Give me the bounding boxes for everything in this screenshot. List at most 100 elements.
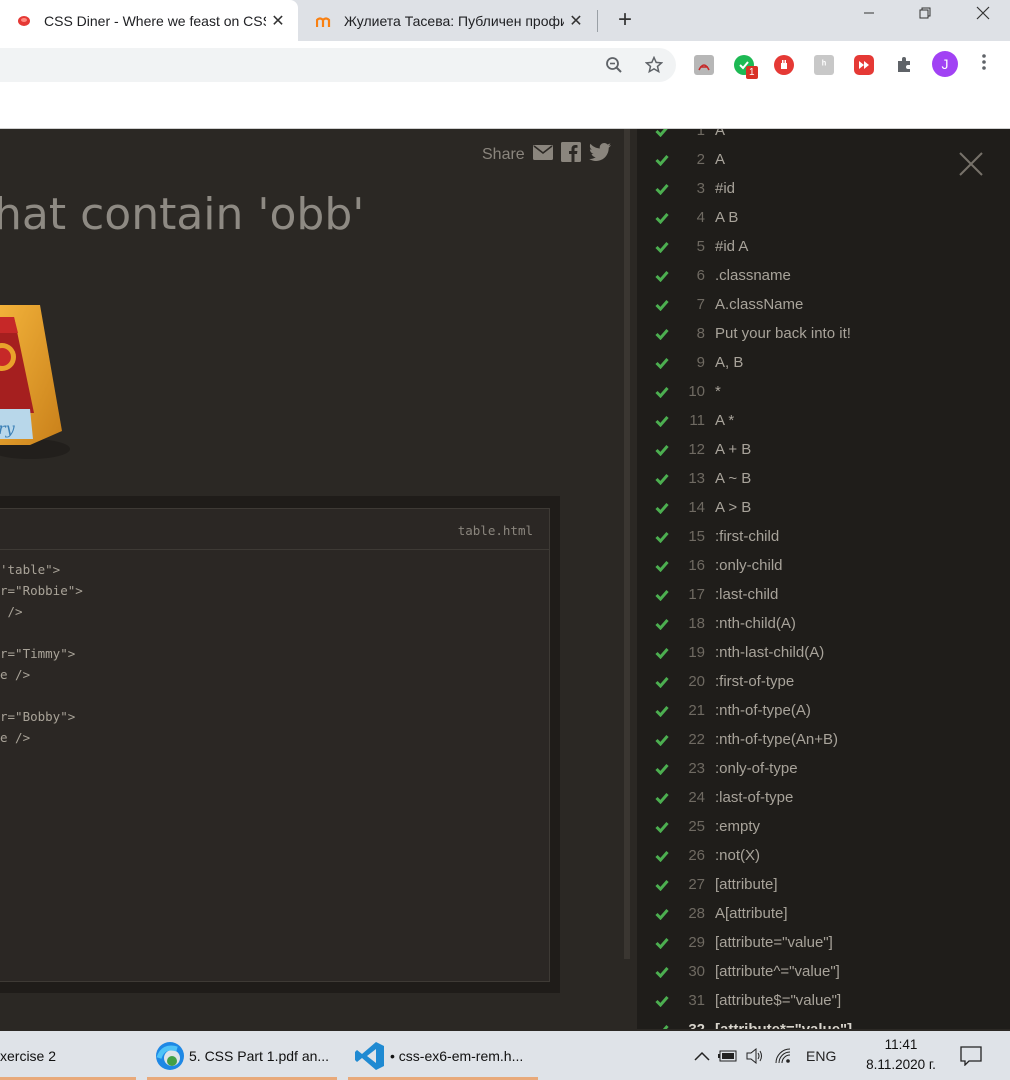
level-item[interactable]: 7 A.className — [637, 290, 1010, 319]
grey-extension-icon[interactable]: ʰ — [814, 55, 834, 75]
level-item[interactable]: 30 [attribute^="value"] — [637, 957, 1010, 986]
level-name: :last-of-type — [715, 789, 794, 806]
twitter-share-icon[interactable] — [588, 143, 611, 166]
level-name: :nth-child(A) — [715, 615, 796, 632]
level-name: A — [715, 129, 726, 139]
volume-icon[interactable] — [746, 1047, 764, 1064]
level-item[interactable]: 22:nth-of-type(An+B) — [637, 725, 1010, 754]
restore-icon — [919, 7, 931, 19]
level-name: :only-child — [715, 557, 783, 574]
level-item[interactable]: 31 [attribute$="value"] — [637, 986, 1010, 1015]
notifications-button[interactable] — [960, 1031, 982, 1080]
level-name: [attribute] — [715, 876, 778, 893]
level-item[interactable]: 14 A > B — [637, 493, 1010, 522]
level-item[interactable]: 28 A[attribute] — [637, 899, 1010, 928]
restore-button[interactable] — [902, 6, 948, 24]
chevron-up-icon[interactable] — [694, 1050, 710, 1062]
level-item[interactable]: 21:nth-of-type(A) — [637, 696, 1010, 725]
level-item[interactable]: 5 #id A — [637, 232, 1010, 261]
level-name: Put your back into it! — [715, 325, 851, 342]
level-item[interactable]: 23:only-of-type — [637, 754, 1010, 783]
level-item[interactable]: 32 [attribute*="value"] — [637, 1015, 1010, 1029]
level-number: 32 — [681, 1021, 705, 1029]
minimize-button[interactable] — [846, 6, 892, 24]
level-menu-close-button[interactable] — [958, 151, 984, 177]
taskbar-item-pdf[interactable]: 5. CSS Part 1.pdf an... — [147, 1031, 337, 1080]
level-item[interactable]: 6 .classname — [637, 261, 1010, 290]
level-item[interactable]: 20:first-of-type — [637, 667, 1010, 696]
input-language[interactable]: ENG — [806, 1048, 836, 1064]
extension-badge: 1 — [746, 66, 758, 79]
checkmark-icon — [655, 734, 671, 746]
page-scrollbar-thumb[interactable] — [624, 129, 630, 959]
level-item[interactable]: 11 A * — [637, 406, 1010, 435]
zoom-out-icon[interactable] — [604, 55, 624, 75]
tab-css-diner[interactable]: CSS Diner - Where we feast on CSS Select… — [0, 0, 298, 41]
battery-icon[interactable] — [718, 1050, 738, 1062]
video-extension-icon[interactable] — [854, 55, 874, 75]
level-item[interactable]: 25:empty — [637, 812, 1010, 841]
level-item[interactable]: 26:not(X) — [637, 841, 1010, 870]
adblock-extension-icon[interactable] — [774, 55, 794, 75]
level-item[interactable]: 29 [attribute="value"] — [637, 928, 1010, 957]
level-name: A.className — [715, 296, 804, 313]
level-item[interactable]: 16 :only-child — [637, 551, 1010, 580]
checkmark-icon — [655, 241, 671, 253]
checkmark-icon — [655, 821, 671, 833]
level-item[interactable]: 4 A B — [637, 203, 1010, 232]
level-number: 29 — [688, 934, 705, 951]
level-item[interactable]: 13 A ~ B — [637, 464, 1010, 493]
bookmark-star-icon[interactable] — [644, 55, 664, 75]
taskbar-item-vscode[interactable]: • css-ex6-em-rem.h... — [348, 1031, 538, 1080]
level-instruction-heading: hat contain 'obb' — [0, 189, 365, 240]
checkmark-icon — [655, 502, 671, 514]
wifi-icon[interactable] — [774, 1048, 792, 1064]
checkmark-icon — [655, 328, 671, 340]
level-item[interactable]: 9 A, B — [637, 348, 1010, 377]
code-line: 'table"> — [0, 562, 61, 577]
level-name: A, B — [715, 354, 744, 371]
pdf-extension-icon[interactable] — [694, 55, 714, 75]
html-viewer: table.html 'table"> r="Robbie"> /> r="Timm… — [0, 508, 550, 982]
level-number: 9 — [696, 354, 705, 371]
level-item[interactable]: 2A — [637, 145, 1010, 174]
level-item[interactable]: 1A — [637, 129, 1010, 145]
facebook-share-icon[interactable] — [560, 142, 581, 167]
tab-close-icon[interactable]: ✕ — [564, 11, 588, 31]
checkmark-icon — [655, 763, 671, 775]
tab-close-icon[interactable]: ✕ — [266, 11, 290, 31]
extensions-puzzle-icon[interactable] — [894, 55, 914, 75]
email-share-icon[interactable] — [532, 144, 553, 165]
level-name: [attribute$="value"] — [715, 992, 842, 1009]
html-viewer-panel: table.html 'table"> r="Robbie"> /> r="Timm… — [0, 496, 560, 993]
browser-toolbar: ʰ — [0, 41, 1010, 89]
level-item[interactable]: 17:last-child — [637, 580, 1010, 609]
level-item[interactable]: 19:nth-last-child(A) — [637, 638, 1010, 667]
profile-avatar[interactable]: J — [932, 51, 958, 77]
taskbar-item-label: 5. CSS Part 1.pdf an... — [189, 1047, 330, 1064]
level-name: A — [715, 151, 726, 168]
level-name: A B — [715, 209, 739, 226]
level-item[interactable]: 8 Put your back into it! — [637, 319, 1010, 348]
tab-profile[interactable]: Жулиета Тасева: Публичен профил ✕ — [300, 0, 596, 41]
level-name: [attribute="value"] — [715, 934, 833, 951]
system-clock[interactable]: 11:41 8.11.2020 г. — [860, 1035, 942, 1075]
level-item[interactable]: 27 [attribute] — [637, 870, 1010, 899]
level-item[interactable]: 15:first-child — [637, 522, 1010, 551]
chrome-menu-icon[interactable] — [976, 53, 992, 76]
window-close-button[interactable] — [960, 6, 1006, 25]
checkmark-icon — [655, 995, 671, 1007]
level-name: :first-child — [715, 528, 780, 545]
checkmark-icon — [655, 415, 671, 427]
address-bar[interactable] — [0, 48, 676, 82]
level-item[interactable]: 3 #id — [637, 174, 1010, 203]
level-number: 5 — [696, 238, 705, 255]
new-tab-button[interactable]: + — [612, 6, 638, 34]
checkmark-icon — [655, 908, 671, 920]
level-number: 16 — [688, 557, 705, 574]
level-item[interactable]: 18:nth-child(A) — [637, 609, 1010, 638]
level-item[interactable]: 12 A + B — [637, 435, 1010, 464]
level-item[interactable]: 10 * — [637, 377, 1010, 406]
taskbar-item-exercise[interactable]: xercise 2 — [0, 1031, 136, 1080]
level-item[interactable]: 24:last-of-type — [637, 783, 1010, 812]
